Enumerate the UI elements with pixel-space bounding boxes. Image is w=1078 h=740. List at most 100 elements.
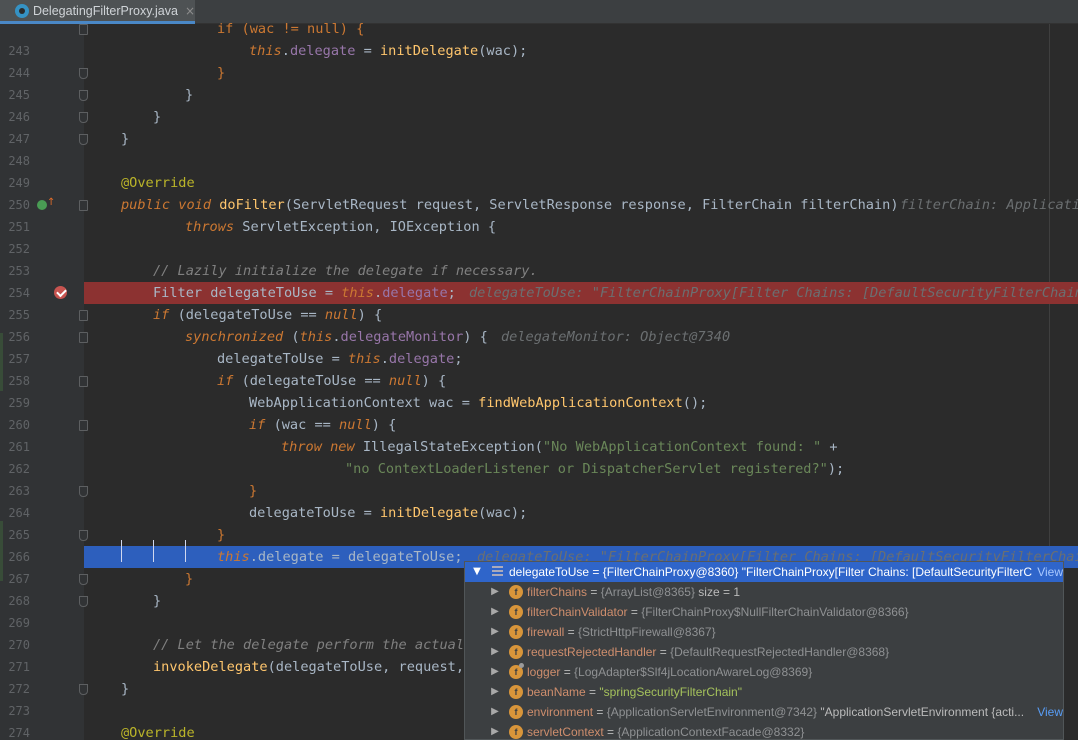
code-text: @Override — [121, 175, 195, 191]
line-number: 264 — [8, 506, 30, 520]
code-text: // Let the delegate perform the actual — [153, 637, 473, 653]
code-line[interactable]: 246} — [0, 106, 1078, 128]
chevron-right-icon[interactable]: ▶ — [489, 722, 501, 739]
fold-marker-icon[interactable] — [79, 134, 88, 145]
chevron-down-icon[interactable]: ▼ — [471, 562, 483, 582]
code-line[interactable]: if (wac != null) { — [0, 18, 1078, 40]
line-number: 262 — [8, 462, 30, 476]
code-text: this.delegate = delegateToUse; — [217, 549, 463, 565]
fold-marker-icon[interactable] — [79, 310, 88, 321]
fold-marker-icon[interactable] — [79, 332, 88, 343]
field-icon: f — [509, 585, 523, 599]
debug-root-row[interactable]: ▼ delegateToUse = {FilterChainProxy@8360… — [465, 562, 1063, 582]
debug-field-row[interactable]: ▶ f environment = {ApplicationServletEnvir… — [465, 702, 1063, 722]
line-number: 271 — [8, 660, 30, 674]
fold-marker-icon[interactable] — [79, 596, 88, 607]
code-line[interactable]: 262 "no ContextLoaderListener or Dispatch… — [0, 458, 1078, 480]
line-number: 270 — [8, 638, 30, 652]
debug-field-extra: "ApplicationServletEnvironment {acti... — [817, 705, 1025, 719]
line-number: 254 — [8, 286, 30, 300]
overrides-arrow-icon[interactable]: ↑ — [47, 197, 55, 208]
line-number: 274 — [8, 726, 30, 740]
line-number: 245 — [8, 88, 30, 102]
debug-field-row[interactable]: ▶ f logger = {LogAdapter$Slf4jLocationAwar… — [465, 662, 1063, 682]
fold-marker-icon[interactable] — [79, 420, 88, 431]
code-line[interactable]: 247} — [0, 128, 1078, 150]
fold-marker-icon[interactable] — [79, 486, 88, 497]
code-line[interactable]: 250 public void doFilter(ServletRequest r… — [0, 194, 1078, 216]
chevron-right-icon[interactable]: ▶ — [489, 622, 501, 642]
debug-field-row[interactable]: ▶ f filterChains = {ArrayList@8365} size =… — [465, 582, 1063, 602]
debug-field-name: servletContext — [527, 725, 604, 739]
chevron-right-icon[interactable]: ▶ — [489, 602, 501, 622]
fold-marker-icon[interactable] — [79, 68, 88, 79]
debug-field-name: filterChains — [527, 585, 588, 599]
code-text: "no ContextLoaderListener or DispatcherS… — [345, 461, 845, 477]
debug-root-string: "FilterChainProxy[Filter Chains: [Defaul… — [741, 565, 1043, 579]
fold-marker-icon[interactable] — [79, 90, 88, 101]
chevron-right-icon[interactable]: ▶ — [489, 642, 501, 662]
code-line[interactable]: 249 @Override — [0, 172, 1078, 194]
indent-guide — [153, 540, 154, 562]
code-text: } — [185, 87, 194, 103]
chevron-right-icon[interactable]: ▶ — [489, 662, 501, 682]
fold-marker-icon[interactable] — [79, 376, 88, 387]
line-number: 251 — [8, 220, 30, 234]
debug-field-row[interactable]: ▶ f requestRejectedHandler = {DefaultReque… — [465, 642, 1063, 662]
indent-guide — [121, 540, 122, 562]
code-text: // Lazily initialize the delegate if nec… — [153, 263, 538, 279]
code-text: public void doFilter(ServletRequest requ… — [121, 197, 899, 213]
line-number: 256 — [8, 330, 30, 344]
code-line[interactable]: 263} — [0, 480, 1078, 502]
code-text: @Override — [121, 725, 195, 740]
debugger-value-popup[interactable]: ▼ delegateToUse = {FilterChainProxy@8360… — [464, 561, 1064, 740]
code-text: } — [217, 527, 226, 543]
fold-marker-icon[interactable] — [79, 24, 88, 35]
fold-marker-icon[interactable] — [79, 684, 88, 695]
code-line[interactable]: 261 throw new IllegalStateException("No W… — [0, 436, 1078, 458]
debug-field-row[interactable]: ▶ f beanName = "springSecurityFilterChain" — [465, 682, 1063, 702]
code-line[interactable]: 265} — [0, 524, 1078, 546]
code-line[interactable]: 255 if (delegateToUse == null) { — [0, 304, 1078, 326]
code-line[interactable]: 252 — [0, 238, 1078, 260]
code-line[interactable]: 264 delegateToUse = initDelegate(wac); — [0, 502, 1078, 524]
code-line[interactable]: 251 throws ServletException, IOException … — [0, 216, 1078, 238]
implements-method-icon[interactable] — [37, 200, 47, 210]
line-number: 260 — [8, 418, 30, 432]
fold-marker-icon[interactable] — [79, 112, 88, 123]
debug-root-name: delegateToUse — [509, 565, 590, 579]
fold-marker-icon[interactable] — [79, 200, 88, 211]
code-line[interactable]: 256 synchronized (this.delegateMonitor) {… — [0, 326, 1078, 348]
code-line[interactable]: 254 Filter delegateToUse = this.delegate;… — [8, 282, 1078, 304]
line-number: 265 — [8, 528, 30, 542]
fold-marker-icon[interactable] — [79, 574, 88, 585]
field-icon: f — [509, 705, 523, 719]
code-line[interactable]: 243 this.delegate = initDelegate(wac); — [0, 40, 1078, 62]
code-line[interactable]: 248 — [0, 150, 1078, 172]
debug-field-name: firewall — [527, 625, 565, 639]
code-line[interactable]: 258 if (delegateToUse == null) { — [0, 370, 1078, 392]
debug-field-row[interactable]: ▶ f servletContext = {ApplicationContextFa… — [465, 722, 1063, 739]
view-link[interactable]: View — [1033, 562, 1063, 582]
fold-marker-icon[interactable] — [79, 530, 88, 541]
code-line[interactable]: 244} — [0, 62, 1078, 84]
chevron-right-icon[interactable]: ▶ — [489, 582, 501, 602]
field-icon: f — [509, 685, 523, 699]
chevron-right-icon[interactable]: ▶ — [489, 702, 501, 722]
breakpoint-icon[interactable] — [54, 286, 67, 299]
code-line[interactable]: 260 if (wac == null) { — [0, 414, 1078, 436]
code-text: } — [185, 571, 194, 587]
code-text: throws ServletException, IOException { — [185, 219, 497, 235]
code-line[interactable]: 257 delegateToUse = this.delegate; — [0, 348, 1078, 370]
close-icon[interactable]: × — [185, 4, 195, 18]
code-line[interactable]: 259 WebApplicationContext wac = findWebAp… — [0, 392, 1078, 414]
inline-debug-value: delegateMonitor: Object@7340 — [501, 329, 731, 345]
code-line[interactable]: 245} — [0, 84, 1078, 106]
debug-field-row[interactable]: ▶ f filterChainValidator = {FilterChainPro… — [465, 602, 1063, 622]
chevron-right-icon[interactable]: ▶ — [489, 682, 501, 702]
line-number: 273 — [8, 704, 30, 718]
debug-field-row[interactable]: ▶ f firewall = {StrictHttpFirewall@8367} — [465, 622, 1063, 642]
line-number: 269 — [8, 616, 30, 630]
view-link[interactable]: View — [1033, 702, 1063, 722]
code-line[interactable]: 253 // Lazily initialize the delegate if … — [0, 260, 1078, 282]
